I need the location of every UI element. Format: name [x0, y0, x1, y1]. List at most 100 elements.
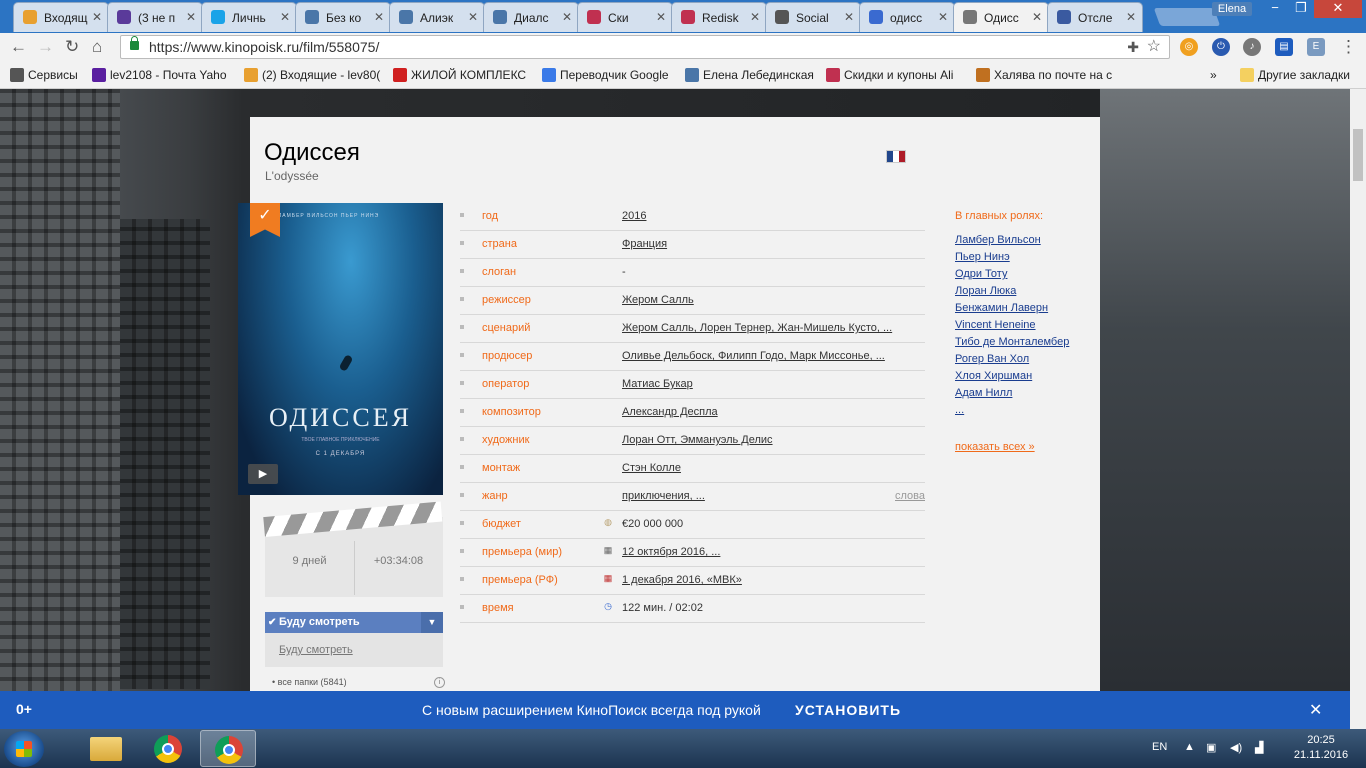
scrollbar-thumb[interactable] — [1353, 129, 1363, 181]
cast-actor-link[interactable]: Ламбер Вильсон — [955, 234, 1041, 246]
cast-actor-link[interactable]: Адам Нилл — [955, 387, 1012, 399]
info-value[interactable]: 12 октября 2016, ... — [622, 546, 720, 558]
puzzle-icon[interactable]: ✚ — [1127, 36, 1139, 58]
taskbar-chrome-1[interactable] — [140, 730, 196, 767]
browser-tab[interactable]: Алиэк ✕ — [389, 2, 485, 32]
extension-kinopoisk-icon[interactable]: ▤ — [1275, 38, 1293, 56]
bookmark-item[interactable]: Переводчик Google — [542, 68, 669, 82]
cast-actor-link[interactable]: ... — [955, 404, 964, 416]
taskbar-explorer[interactable] — [78, 730, 134, 767]
close-icon[interactable]: ✕ — [1309, 700, 1322, 720]
profile-button[interactable]: Elena — [1212, 2, 1252, 16]
info-value[interactable]: Матиас Букар — [622, 378, 693, 390]
tray-device-icon[interactable]: ▣ — [1206, 741, 1216, 754]
info-value[interactable]: Жером Салль, Лорен Тернер, Жан-Мишель Ку… — [622, 322, 892, 334]
all-folders[interactable]: • все папки (5841) i — [272, 677, 445, 688]
tab-close-icon[interactable]: ✕ — [1032, 10, 1042, 24]
cast-actor-link[interactable]: Vincent Heneine — [955, 319, 1036, 331]
tray-arrow-icon[interactable]: ▲ — [1184, 741, 1195, 753]
tab-close-icon[interactable]: ✕ — [280, 10, 290, 24]
cast-actor-link[interactable]: Лоран Люка — [955, 285, 1016, 297]
close-window-button[interactable]: ✕ — [1314, 0, 1362, 18]
bookmark-item[interactable]: ЖИЛОЙ КОМПЛЕКС — [393, 68, 526, 82]
bookmark-item[interactable]: lev2108 - Почта Yaho — [92, 68, 227, 82]
info-icon[interactable]: i — [434, 677, 445, 688]
bookmark-item[interactable]: Сервисы — [10, 68, 78, 82]
cast-actor-link[interactable]: Пьер Нинэ — [955, 251, 1010, 263]
info-value[interactable]: Франция — [622, 238, 667, 250]
tab-close-icon[interactable]: ✕ — [938, 10, 948, 24]
reload-icon[interactable]: ↻ — [65, 37, 79, 57]
tab-close-icon[interactable]: ✕ — [562, 10, 572, 24]
browser-tab[interactable]: (3 не п ✕ — [107, 2, 203, 32]
menu-icon[interactable]: ⋮ — [1340, 37, 1357, 57]
network-icon[interactable]: ▟ — [1255, 741, 1263, 754]
extension-doc-icon[interactable]: E — [1307, 38, 1325, 56]
info-value[interactable]: 2016 — [622, 210, 646, 222]
bookmark-item[interactable]: Халява по почте на с — [976, 68, 1112, 82]
will-watch-link[interactable]: Буду смотреть — [265, 633, 443, 667]
translate-icon — [542, 68, 556, 82]
film-poster[interactable]: ЛАМБЕР ВИЛЬСОН ПЬЕР НИНЭ ✓ ОДИССЕЯ ТВОЕ … — [238, 203, 443, 495]
browser-tab[interactable]: Личнь ✕ — [201, 2, 297, 32]
bookmark-item[interactable]: Скидки и купоны Ali — [826, 68, 953, 82]
info-value[interactable]: Оливье Дельбоск, Филипп Годо, Марк Миссо… — [622, 350, 885, 362]
forward-icon[interactable]: → — [37, 37, 54, 57]
tab-close-icon[interactable]: ✕ — [374, 10, 384, 24]
tab-close-icon[interactable]: ✕ — [844, 10, 854, 24]
keywords-link[interactable]: слова — [895, 490, 925, 502]
browser-tab[interactable]: Одисс ✕ — [953, 2, 1049, 32]
browser-tab[interactable]: Входящ ✕ — [13, 2, 109, 32]
home-icon[interactable]: ⌂ — [92, 37, 102, 57]
browser-tab[interactable]: Redisk ✕ — [671, 2, 767, 32]
language-indicator[interactable]: EN — [1152, 741, 1167, 753]
show-all-cast-link[interactable]: показать всех » — [955, 441, 1035, 453]
other-bookmarks[interactable]: Другие закладки — [1240, 68, 1350, 82]
play-trailer-icon[interactable]: ▶ — [248, 464, 278, 484]
tab-close-icon[interactable]: ✕ — [656, 10, 666, 24]
browser-tab[interactable]: Ски ✕ — [577, 2, 673, 32]
back-icon[interactable]: ← — [10, 37, 27, 57]
bookmark-item[interactable]: (2) Входящие - lev80( — [244, 68, 380, 82]
info-value[interactable]: Александр Деспла — [622, 406, 718, 418]
address-bar[interactable]: https://www.kinopoisk.ru/film/558075/ ✚ … — [120, 35, 1170, 59]
browser-tab[interactable]: Без ко ✕ — [295, 2, 391, 32]
will-watch-button[interactable]: ✔ Буду смотреть ▼ — [265, 612, 443, 633]
browser-tab[interactable]: Social ✕ — [765, 2, 861, 32]
chevron-down-icon[interactable]: ▼ — [421, 612, 443, 633]
info-value[interactable]: Жером Салль — [622, 294, 694, 306]
browser-tab[interactable]: одисс ✕ — [859, 2, 955, 32]
taskbar-chrome-2[interactable] — [200, 730, 256, 767]
cast-actor-link[interactable]: Рогер Ван Хол — [955, 353, 1029, 365]
cast-actor-link[interactable]: Хлоя Хиршман — [955, 370, 1032, 382]
bookmarks-more-icon[interactable]: » — [1210, 68, 1217, 82]
info-value[interactable]: Лоран Отт, Эммануэль Делис — [622, 434, 773, 446]
cast-actor-link[interactable]: Бенжамин Лаверн — [955, 302, 1048, 314]
tab-close-icon[interactable]: ✕ — [186, 10, 196, 24]
new-tab-button[interactable] — [1153, 8, 1221, 26]
bookmark-item[interactable]: Елена Лебединская — [685, 68, 814, 82]
maximize-button[interactable]: ❐ — [1288, 0, 1314, 18]
extension-power-icon[interactable]: ⏻ — [1212, 38, 1230, 56]
tab-close-icon[interactable]: ✕ — [1126, 10, 1136, 24]
extension-orange-icon[interactable]: ◎ — [1180, 38, 1198, 56]
cast-actor-link[interactable]: Одри Тоту — [955, 268, 1007, 280]
install-button[interactable]: УСТАНОВИТЬ — [795, 702, 901, 718]
cast-actor-link[interactable]: Тибо де Монталембер — [955, 336, 1069, 348]
minimize-button[interactable]: − — [1262, 0, 1288, 18]
browser-tab[interactable]: Отсле ✕ — [1047, 2, 1143, 32]
browser-tab[interactable]: Диалс ✕ — [483, 2, 579, 32]
tab-close-icon[interactable]: ✕ — [468, 10, 478, 24]
page-scrollbar[interactable] — [1350, 89, 1366, 729]
tab-close-icon[interactable]: ✕ — [92, 10, 102, 24]
start-button[interactable] — [4, 731, 44, 767]
taskbar-clock[interactable]: 20:25 21.11.2016 — [1290, 733, 1352, 763]
volume-icon[interactable]: ◀) — [1230, 741, 1242, 754]
info-value[interactable]: приключения, ... — [622, 490, 705, 502]
extension-bell-icon[interactable]: ♪ — [1243, 38, 1261, 56]
info-value[interactable]: 1 декабря 2016, «МВК» — [622, 574, 742, 586]
checkmark-bookmark-icon[interactable]: ✓ — [250, 203, 280, 237]
bookmark-star-icon[interactable]: ☆ — [1147, 36, 1161, 58]
tab-close-icon[interactable]: ✕ — [750, 10, 760, 24]
info-value[interactable]: Стэн Колле — [622, 462, 681, 474]
